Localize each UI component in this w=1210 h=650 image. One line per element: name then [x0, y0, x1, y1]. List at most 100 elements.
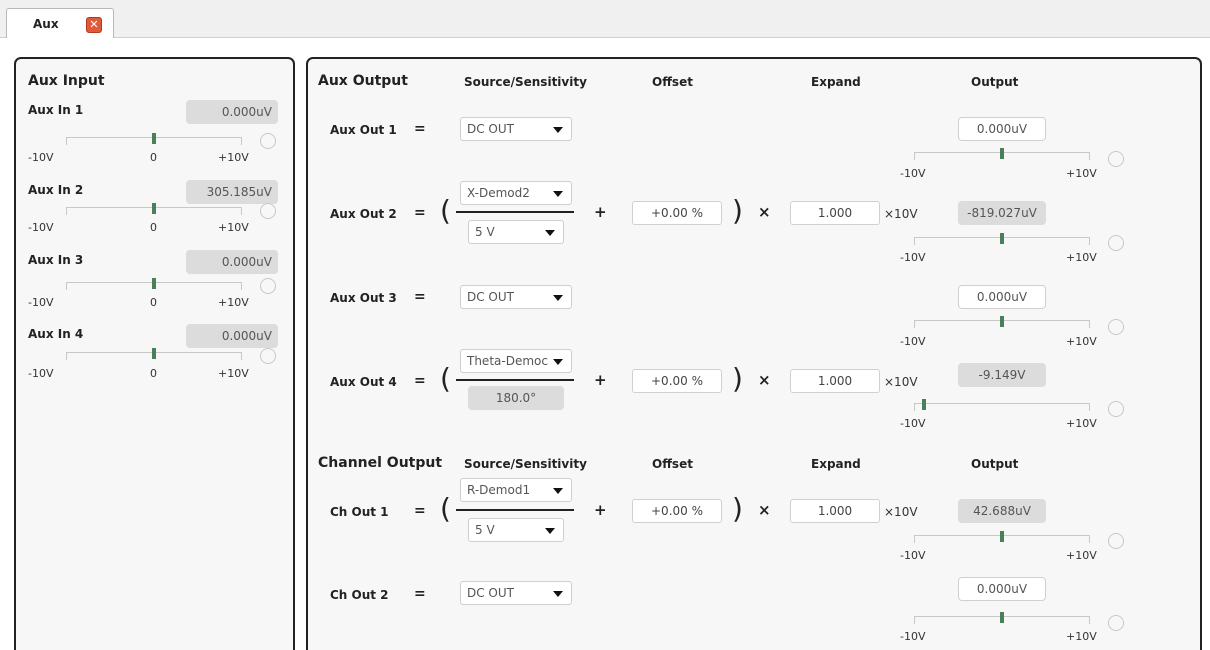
- status-led: [1108, 615, 1124, 631]
- scale-min: -10V: [900, 417, 926, 430]
- source-dropdown[interactable]: DC OUT: [460, 285, 572, 309]
- status-led: [1108, 319, 1124, 335]
- level-marker: [1000, 531, 1004, 542]
- phase-value: 180.0°: [468, 386, 564, 410]
- chevron-down-icon: [545, 230, 555, 236]
- aux-in-value: 0.000uV: [186, 100, 278, 124]
- level-marker: [1000, 612, 1004, 623]
- scale-max: +10V: [218, 221, 249, 234]
- status-led: [1108, 401, 1124, 417]
- scale-min: -10V: [900, 167, 926, 180]
- ch-out-label: Ch Out 1: [330, 505, 389, 519]
- aux-input-title: Aux Input: [28, 73, 105, 89]
- offset-input[interactable]: +0.00 %: [632, 369, 722, 393]
- level-marker: [922, 399, 926, 410]
- level-marker: [1000, 233, 1004, 244]
- scale-max: +10V: [218, 151, 249, 164]
- expand-input[interactable]: 1.000: [790, 499, 880, 523]
- tab-aux-label: Aux: [33, 17, 59, 31]
- output-level-bar: [914, 399, 1090, 411]
- chevron-down-icon: [553, 591, 563, 597]
- chevron-down-icon: [553, 295, 563, 301]
- aux-in-label: Aux In 3: [28, 253, 84, 267]
- status-led: [260, 278, 276, 294]
- tab-aux[interactable]: Aux ✕: [6, 8, 114, 38]
- level-marker: [152, 278, 156, 289]
- source-dropdown[interactable]: X-Demod2: [460, 181, 572, 205]
- status-led: [1108, 533, 1124, 549]
- level-marker: [152, 348, 156, 359]
- offset-input[interactable]: +0.00 %: [632, 499, 722, 523]
- sensitivity-dropdown[interactable]: 5 V: [468, 518, 564, 542]
- fraction-line: [456, 509, 574, 511]
- plus-sign: +: [594, 501, 607, 519]
- source-dropdown-value: DC OUT: [467, 122, 514, 136]
- offset-input[interactable]: +0.00 %: [632, 201, 722, 225]
- source-dropdown[interactable]: DC OUT: [460, 117, 572, 141]
- tab-bar-baseline: [0, 37, 1210, 38]
- source-dropdown-value: R-Demod1: [467, 483, 531, 497]
- chevron-down-icon: [553, 488, 563, 494]
- aux-in-label: Aux In 2: [28, 183, 84, 197]
- expand-input[interactable]: 1.000: [790, 201, 880, 225]
- header-offset: Offset: [652, 457, 693, 471]
- expand-unit: ×10V: [884, 207, 918, 221]
- scale-max: +10V: [1066, 335, 1097, 348]
- times-sign: ×: [758, 371, 771, 389]
- fraction-line: [456, 211, 574, 213]
- output-level-bar: [914, 612, 1090, 624]
- sensitivity-dropdown[interactable]: 5 V: [468, 220, 564, 244]
- close-paren: ): [732, 492, 743, 525]
- scale-min: -10V: [900, 549, 926, 562]
- source-dropdown-value: DC OUT: [467, 290, 514, 304]
- source-dropdown-value: X-Demod2: [467, 186, 530, 200]
- fraction-line: [456, 379, 574, 381]
- scale-min: -10V: [900, 630, 926, 643]
- aux-out-label: Aux Out 3: [330, 291, 397, 305]
- tab-bar: Aux ✕: [0, 0, 1210, 38]
- chevron-down-icon: [553, 191, 563, 197]
- sensitivity-dropdown-value: 5 V: [475, 523, 495, 537]
- chevron-down-icon: [553, 359, 563, 365]
- aux-in-value: 0.000uV: [186, 324, 278, 348]
- scale-max: +10V: [218, 296, 249, 309]
- header-output: Output: [971, 457, 1019, 471]
- plus-sign: +: [594, 203, 607, 221]
- sensitivity-dropdown-value: 5 V: [475, 225, 495, 239]
- open-paren: (: [440, 492, 451, 525]
- scale-min: -10V: [28, 367, 54, 380]
- aux-in-level-bar: [66, 203, 242, 215]
- source-dropdown[interactable]: Theta-Demoс: [460, 349, 572, 373]
- equals-sign: =: [414, 205, 426, 221]
- output-value: -819.027uV: [958, 201, 1046, 225]
- scale-min: -10V: [28, 221, 54, 234]
- close-icon[interactable]: ✕: [86, 17, 102, 33]
- source-dropdown-value: DC OUT: [467, 586, 514, 600]
- aux-out-label: Aux Out 1: [330, 123, 397, 137]
- plus-sign: +: [594, 371, 607, 389]
- source-dropdown[interactable]: R-Demod1: [460, 478, 572, 502]
- close-paren: ): [732, 194, 743, 227]
- ch-out-label: Ch Out 2: [330, 588, 389, 602]
- times-sign: ×: [758, 501, 771, 519]
- expand-input[interactable]: 1.000: [790, 369, 880, 393]
- scale-max: +10V: [1066, 630, 1097, 643]
- source-dropdown-value: Theta-Demoс: [467, 354, 548, 368]
- scale-min: -10V: [28, 151, 54, 164]
- scale-mid: 0: [150, 296, 157, 309]
- scale-max: +10V: [1066, 167, 1097, 180]
- equals-sign: =: [414, 586, 426, 602]
- header-source: Source/Sensitivity: [464, 457, 587, 471]
- expand-unit: ×10V: [884, 505, 918, 519]
- scale-max: +10V: [1066, 549, 1097, 562]
- status-led: [260, 203, 276, 219]
- open-paren: (: [440, 362, 451, 395]
- aux-in-value: 305.185uV: [186, 180, 278, 204]
- aux-in-level-bar: [66, 133, 242, 145]
- aux-output-panel: Aux Output Source/Sensitivity Offset Exp…: [306, 57, 1202, 650]
- channel-output-title: Channel Output: [318, 455, 443, 471]
- source-dropdown[interactable]: DC OUT: [460, 581, 572, 605]
- output-value: 0.000uV: [958, 285, 1046, 309]
- open-paren: (: [440, 194, 451, 227]
- output-level-bar: [914, 531, 1090, 543]
